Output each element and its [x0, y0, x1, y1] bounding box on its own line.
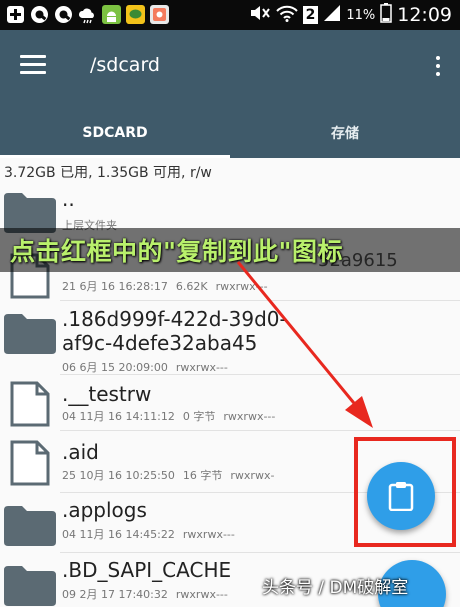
watermark: 头条号 / DM破解室 — [262, 578, 409, 598]
highlight-box — [354, 437, 456, 547]
